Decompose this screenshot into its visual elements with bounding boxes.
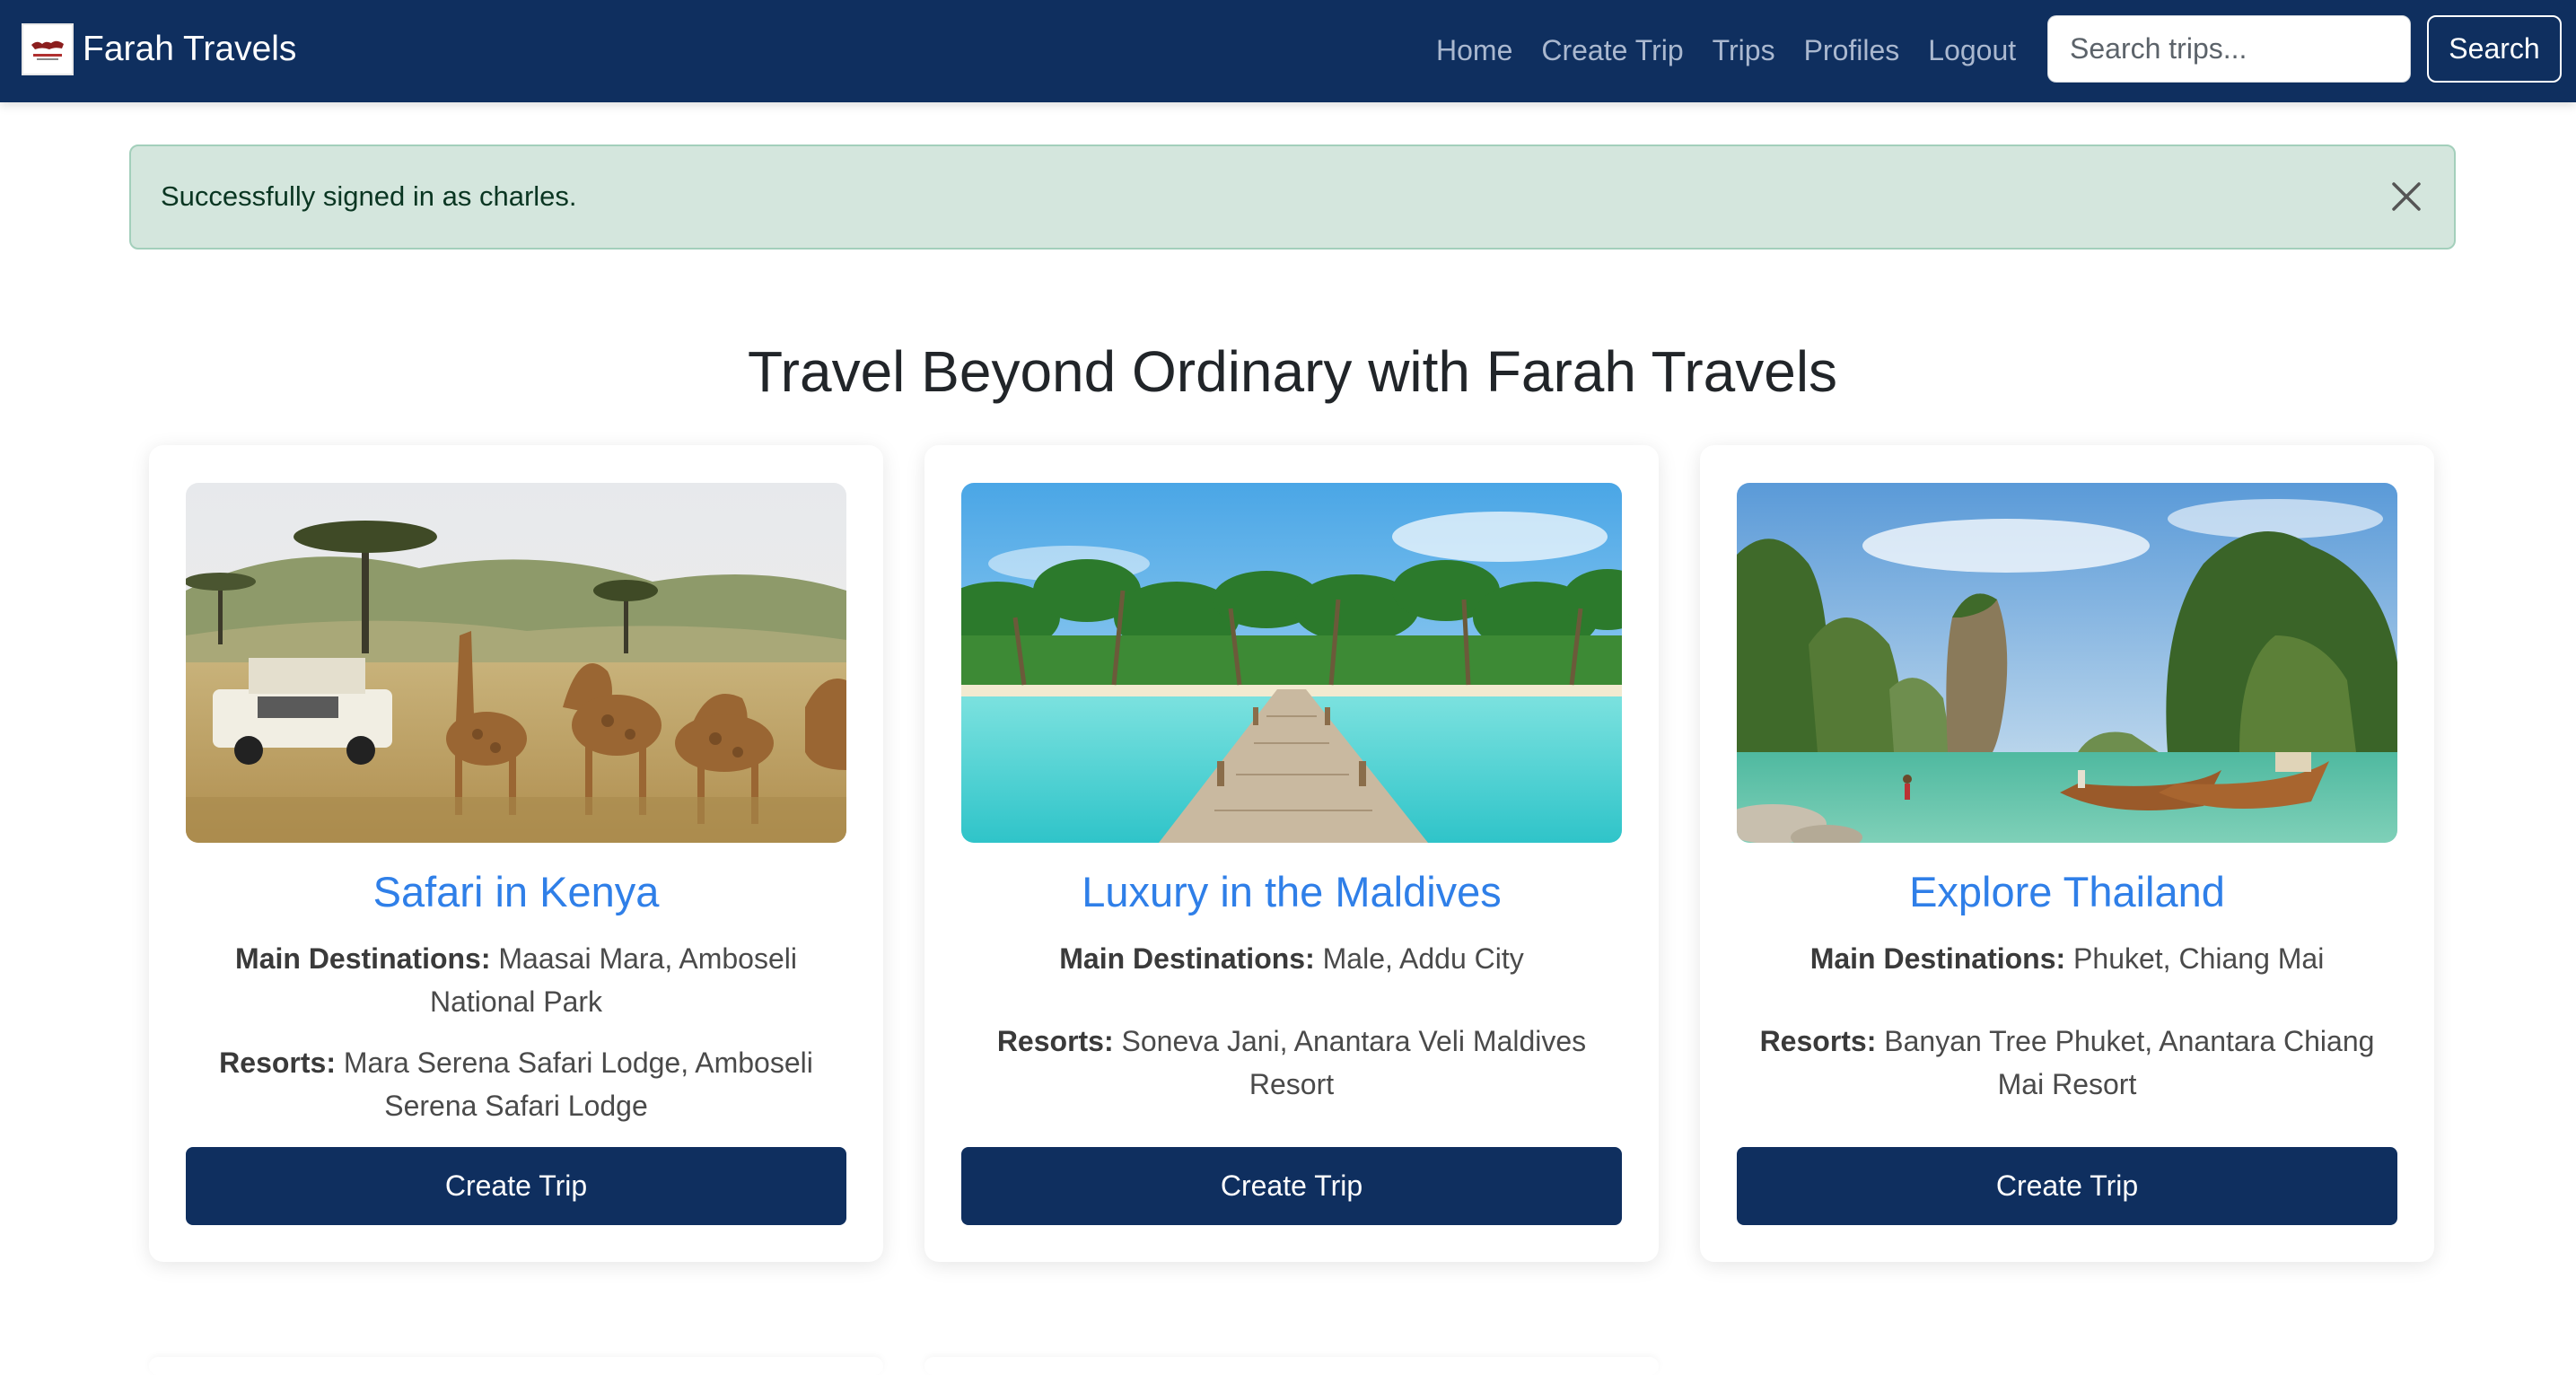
nav-link-home[interactable]: Home	[1436, 27, 1512, 74]
card-title[interactable]: Luxury in the Maldives	[942, 863, 1641, 921]
resorts-value: Banyan Tree Phuket, Anantara Chiang Mai …	[1884, 1025, 2375, 1100]
nav-link-profiles[interactable]: Profiles	[1804, 27, 1900, 74]
close-icon[interactable]	[2386, 176, 2427, 217]
navbar: Farah Travels Home Create Trip Trips Pro…	[0, 0, 2576, 102]
trip-card-maldives: Luxury in the Maldives Main Destinations…	[924, 445, 1659, 1262]
alert-message: Successfully signed in as charles.	[161, 180, 577, 212]
create-trip-button[interactable]: Create Trip	[1737, 1147, 2397, 1225]
resorts-value: Soneva Jani, Anantara Veli Maldives Reso…	[1121, 1025, 1587, 1100]
brand-link[interactable]: Farah Travels	[22, 23, 296, 75]
card-destinations: Main Destinations: Maasai Mara, Amboseli…	[203, 937, 829, 1023]
next-row-card-edge	[924, 1357, 1659, 1375]
nav-link-logout[interactable]: Logout	[1928, 27, 2016, 74]
brand-logo-icon	[22, 23, 74, 75]
trip-card-kenya: Safari in Kenya Main Destinations: Maasa…	[149, 445, 883, 1262]
resorts-label: Resorts:	[1759, 1025, 1877, 1057]
brand-name: Farah Travels	[83, 30, 297, 68]
create-trip-button[interactable]: Create Trip	[186, 1147, 846, 1225]
kenya-safari-image	[186, 483, 846, 843]
card-destinations: Main Destinations: Phuket, Chiang Mai	[1754, 937, 2380, 980]
destinations-value: Male, Addu City	[1322, 942, 1524, 975]
card-title[interactable]: Safari in Kenya	[167, 863, 865, 921]
resorts-value: Mara Serena Safari Lodge, Amboseli Seren…	[343, 1047, 813, 1122]
thailand-islands-image	[1737, 483, 2397, 843]
card-resorts: Resorts: Banyan Tree Phuket, Anantara Ch…	[1754, 1020, 2380, 1106]
create-trip-button[interactable]: Create Trip	[961, 1147, 1622, 1225]
card-resorts: Resorts: Mara Serena Safari Lodge, Ambos…	[203, 1041, 829, 1127]
trip-card-thailand: Explore Thailand Main Destinations: Phuk…	[1700, 445, 2434, 1262]
card-destinations: Main Destinations: Male, Addu City	[978, 937, 1605, 980]
destinations-label: Main Destinations:	[1059, 942, 1315, 975]
page-title: Travel Beyond Ordinary with Farah Travel…	[747, 339, 1838, 404]
destinations-value: Phuket, Chiang Mai	[2073, 942, 2325, 975]
nav-link-create-trip[interactable]: Create Trip	[1541, 27, 1683, 74]
search-input[interactable]	[2047, 15, 2411, 83]
maldives-pier-image	[961, 483, 1622, 843]
search-button[interactable]: Search	[2427, 15, 2562, 83]
destinations-label: Main Destinations:	[1809, 942, 2066, 975]
resorts-label: Resorts:	[996, 1025, 1114, 1057]
nav-link-trips[interactable]: Trips	[1713, 27, 1775, 74]
card-resorts: Resorts: Soneva Jani, Anantara Veli Mald…	[978, 1020, 1605, 1106]
success-alert: Successfully signed in as charles.	[129, 145, 2456, 250]
nav-links: Home Create Trip Trips Profiles Logout	[1436, 27, 2045, 74]
destinations-label: Main Destinations:	[235, 942, 491, 975]
next-row-card-edge	[149, 1357, 883, 1375]
resorts-label: Resorts:	[219, 1047, 336, 1079]
card-title[interactable]: Explore Thailand	[1718, 863, 2416, 921]
